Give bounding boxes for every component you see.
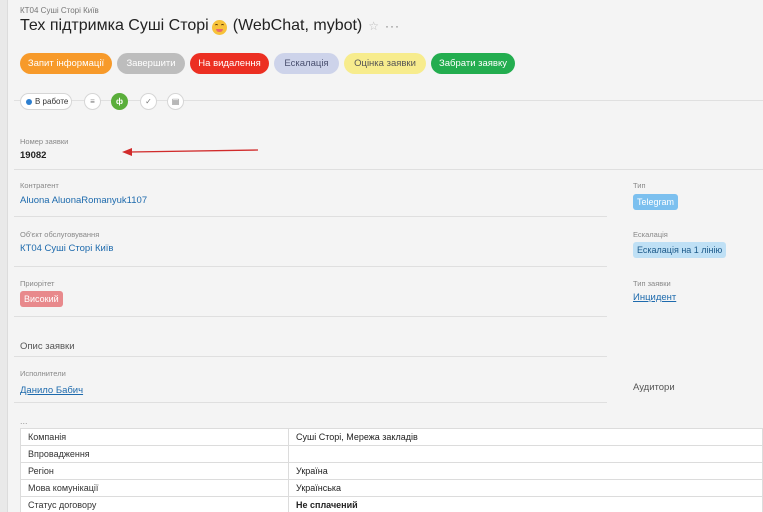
- smile-emoji-icon: [211, 19, 227, 35]
- table-row: Впровадження: [20, 445, 763, 463]
- page-title: Тех підтримка Суші Сторі: [20, 17, 209, 34]
- table-row: Компанія Суші Сторі, Мережа закладів: [20, 428, 763, 446]
- auditors-label[interactable]: Аудитори: [633, 382, 675, 393]
- divider: [14, 169, 763, 170]
- breadcrumb[interactable]: КТ04 Суші Сторі Київ: [20, 6, 99, 15]
- divider: [14, 266, 607, 267]
- table-cell-key: Статус договору: [20, 496, 289, 512]
- type-label: Тип: [633, 181, 646, 190]
- red-arrow-annotation: [122, 148, 259, 156]
- escalation-button[interactable]: Ескалація: [274, 53, 339, 74]
- priority-label: Приорітет: [20, 279, 55, 288]
- take-request-button[interactable]: Забрати заявку: [431, 53, 515, 74]
- request-number-value: 19082: [20, 150, 47, 161]
- contractor-link[interactable]: Aluona AluonaRomanyuk1107: [20, 195, 147, 206]
- action-buttons: Запит інформації Завершити На видалення …: [20, 53, 520, 74]
- divider: [14, 316, 607, 317]
- divider: [14, 356, 607, 357]
- request-type-label: Тип заявки: [633, 279, 671, 288]
- request-number-label: Номер заявки: [20, 137, 69, 146]
- contractor-label: Контрагент: [20, 181, 59, 190]
- request-type-link[interactable]: Инцидент: [633, 292, 676, 303]
- rate-request-button[interactable]: Оцінка заявки: [344, 53, 426, 74]
- divider: [14, 216, 607, 217]
- company-link[interactable]: Суші Сторі, Мережа закладів: [288, 428, 763, 446]
- more-options-icon[interactable]: ···: [385, 19, 400, 33]
- table-row: Мова комунікації Українська: [20, 479, 763, 497]
- to-delete-button[interactable]: На видалення: [190, 53, 269, 74]
- form-icon[interactable]: ф: [111, 93, 128, 110]
- table-row: Статус договору Не сплачений: [20, 496, 763, 512]
- table-cell-value: [288, 445, 763, 463]
- check-circle-icon[interactable]: ✓: [140, 93, 157, 110]
- table-row: Регіон Україна: [20, 462, 763, 480]
- info-table: Компанія Суші Сторі, Мережа закладів Впр…: [20, 428, 763, 512]
- request-info-button[interactable]: Запит інформації: [20, 53, 112, 74]
- status-dot-icon: [26, 98, 32, 105]
- status-badge[interactable]: В работе: [20, 93, 72, 110]
- complete-button[interactable]: Завершити: [117, 53, 185, 74]
- star-icon[interactable]: ☆: [368, 19, 379, 33]
- table-cell-value: Українська: [288, 479, 763, 497]
- assignee-link[interactable]: Данило Бабич: [20, 385, 83, 396]
- table-cell-key: Регіон: [20, 462, 289, 480]
- service-object-label: Об'єкт обслуговування: [20, 230, 100, 239]
- type-tag[interactable]: Telegram: [633, 194, 679, 210]
- escalation-label: Ескалація: [633, 230, 668, 239]
- table-cell-key: Компанія: [20, 428, 289, 446]
- page-title-row: Тех підтримка Суші Сторі (WebChat, mybot…: [20, 16, 400, 36]
- escalation-tag[interactable]: Ескалація на 1 лінію: [633, 242, 727, 258]
- description-label[interactable]: Опис заявки: [20, 341, 75, 352]
- assignees-label: Исполнители: [20, 369, 66, 378]
- service-object-link[interactable]: КТ04 Суші Сторі Київ: [20, 243, 113, 254]
- list-icon[interactable]: ≡: [84, 93, 101, 110]
- status-label: В работе: [35, 97, 69, 106]
- contract-status-value: Не сплачений: [288, 496, 763, 512]
- priority-tag[interactable]: Високий: [20, 291, 63, 307]
- page-title-suffix: (WebChat, mybot): [232, 17, 363, 34]
- more-dots: ...: [20, 416, 28, 426]
- comment-icon[interactable]: ▤: [167, 93, 184, 110]
- table-cell-key: Мова комунікації: [20, 479, 289, 497]
- table-cell-value: Україна: [288, 462, 763, 480]
- left-panel-edge: [0, 0, 8, 512]
- divider: [14, 402, 607, 403]
- table-cell-key: Впровадження: [20, 445, 289, 463]
